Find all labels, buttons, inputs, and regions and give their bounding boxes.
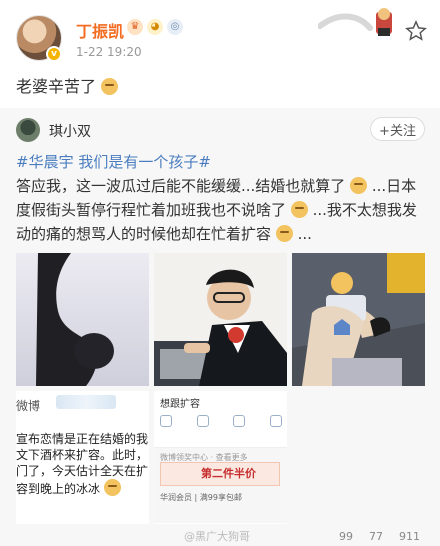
screenshot-line: 文下酒杯来扩容。此时， [16,448,149,462]
post-stats: 99 77 911 [0,530,440,546]
doge-emoji-icon [350,177,368,194]
follow-button[interactable]: +关注 [370,117,425,141]
topic-link[interactable]: #华晨宇 我们是有一个孩子# [16,153,211,171]
phone-hand-icon [292,253,425,386]
comment-icon [160,415,172,427]
post-header: v 丁振凯 ♛ ◕ ◎ 1-22 19:20 [0,0,440,72]
crown-badge-icon: ♛ [127,19,143,35]
like-count[interactable]: 911 [399,530,420,546]
ad-footer: 华润会员 | 满99享包邮 [160,493,242,502]
user-badges: ♛ ◕ ◎ [127,19,183,35]
ad-banner[interactable]: 第二件半价 [160,462,280,486]
repost-author-avatar[interactable] [16,118,40,142]
screenshot-weibo-post[interactable]: 微博 宣布恋情是正在结婚的我 文下酒杯来扩容。此时， 门了，今天估计全天在扩 容… [16,391,149,524]
favorite-star-icon[interactable] [405,20,427,42]
share-icon [269,415,282,427]
photo-man-working-laptop[interactable] [154,253,287,386]
bear-badge-icon: ◕ [147,19,163,35]
notify-icon [233,415,246,427]
post-text-content: 老婆辛苦了 [16,77,97,96]
screenshot-title: 微博 [16,399,41,413]
repost-text: #华晨宇 我们是有一个孩子# 答应我，这一波瓜过后能不能缓缓...结婚也就算了 … [16,150,428,246]
post-text: 老婆辛苦了 [16,73,119,97]
blurred-username [56,395,116,409]
medal-badge-icon: ◎ [167,19,183,35]
verified-badge-icon: v [46,46,62,62]
smile-emoji-icon [103,479,121,496]
comment-count[interactable]: 77 [369,530,383,546]
repost-author-name[interactable]: 琪小双 [49,121,91,141]
photo-hand-holding-phone[interactable] [292,253,425,386]
repost-text-part-4: ... [297,225,312,243]
header-decoration-icon [318,8,392,36]
screenshot-icons [160,415,282,427]
ad-strip: 微博领奖中心 · 查看更多 第二件半价 华润会员 | 满99享包邮 [154,447,287,523]
doge-emoji-icon [275,225,293,242]
man-laptop-icon [154,253,287,386]
screenshot-label: 想跟扩容 [160,399,200,410]
post-time: 1-22 19:20 [76,45,142,59]
screenshot-line: 容到晚上的冰冰 [16,479,149,497]
screenshot-text: 宣布恋情是正在结婚的我 文下酒杯来扩容。此时， 门了，今天估计全天在扩 容到晚上… [16,431,149,497]
clapping-emoji-icon [101,78,119,95]
screenshot-line-text: 容到晚上的冰冰 [16,482,101,496]
ad-title: 第二件半价 [201,467,256,480]
screenshot-line: 宣布恋情是正在结婚的我 [16,432,149,446]
screenshot-line: 门了，今天估计全天在扩 [16,464,149,478]
author-name[interactable]: 丁振凯 [76,18,124,42]
doge-emoji-icon [290,201,308,218]
repost-count[interactable]: 99 [339,530,353,546]
screenshot-app-ad[interactable]: 想跟扩容 微博领奖中心 · 查看更多 第二件半价 华润会员 | 满99享包邮 [154,391,287,524]
silhouette-icon [36,253,114,386]
repost-text-part-1: 答应我，这一波瓜过后能不能缓缓...结婚也就算了 [16,177,346,195]
repost-card[interactable]: 琪小双 +关注 #华晨宇 我们是有一个孩子# 答应我，这一波瓜过后能不能缓缓..… [0,108,440,546]
like-icon [196,415,209,427]
photo-pregnant-silhouette[interactable] [16,253,149,386]
